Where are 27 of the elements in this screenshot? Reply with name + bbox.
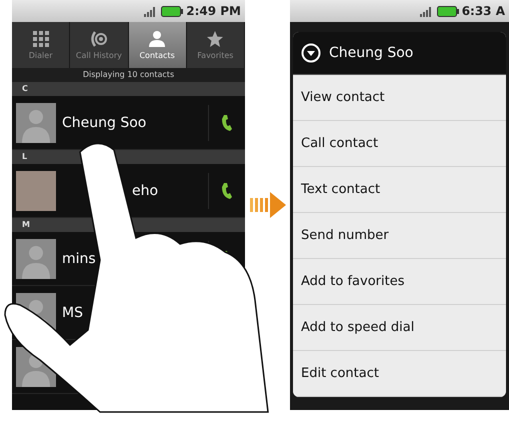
signal-icon bbox=[420, 6, 434, 16]
contact-name: mins bbox=[62, 250, 96, 266]
contact-name: MS bbox=[62, 304, 83, 320]
keypad-icon bbox=[32, 30, 50, 48]
contact-name: Cheung Soo bbox=[62, 114, 146, 130]
tab[interactable]: Favorites bbox=[186, 22, 245, 68]
tab[interactable]: Dialer bbox=[12, 22, 70, 68]
tab[interactable]: Contacts bbox=[128, 22, 187, 68]
battery-icon bbox=[436, 6, 459, 16]
status-time: 6:33 A bbox=[462, 4, 505, 18]
photo-placeholder bbox=[16, 170, 56, 210]
person-icon bbox=[148, 30, 166, 48]
avatar-silhouette-icon bbox=[16, 238, 56, 278]
menu-title: Cheung Soo bbox=[329, 45, 414, 61]
star-icon bbox=[206, 30, 224, 48]
phone-circle-icon bbox=[88, 30, 109, 48]
battery-icon bbox=[161, 6, 184, 16]
right-arrow-icon bbox=[250, 192, 286, 218]
tab[interactable]: Call History bbox=[70, 22, 128, 68]
phone-icon[interactable] bbox=[221, 114, 233, 132]
phone-icon[interactable] bbox=[221, 182, 233, 200]
down-circle-icon bbox=[301, 43, 321, 63]
section-header: C bbox=[12, 82, 245, 96]
status-time: 2:49 PM bbox=[186, 4, 241, 18]
contact-name: eho bbox=[132, 182, 158, 198]
avatar-silhouette-icon bbox=[16, 102, 56, 142]
list-caption: Displaying 10 contacts bbox=[12, 68, 245, 82]
